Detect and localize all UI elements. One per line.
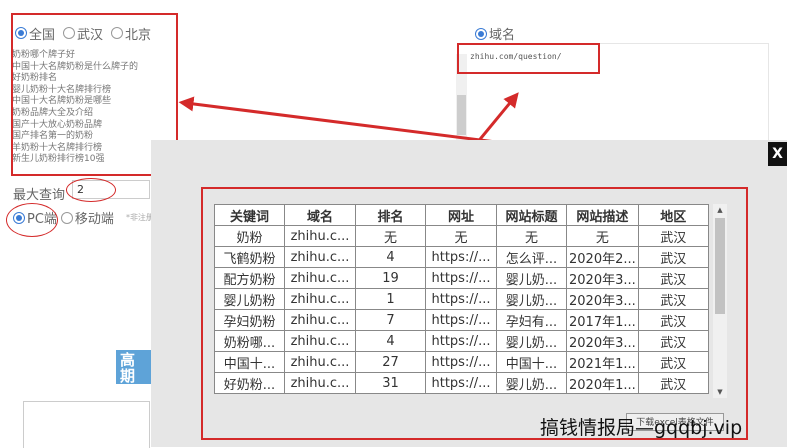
arrow-to-keywords: [178, 96, 521, 147]
platform-note: *非注册: [125, 213, 154, 222]
max-query-label: 最大查询: [13, 188, 66, 203]
bottom-input-box[interactable]: [23, 401, 150, 448]
radio-icon: [60, 211, 73, 224]
platform-label: 移动端: [74, 212, 114, 227]
annotation-ellipse-max-query: [66, 178, 116, 202]
watermark-text: 搞钱情报局—gqqbj.vip: [540, 417, 743, 439]
close-icon[interactable]: X: [768, 142, 787, 166]
annotation-ellipse-pc: [6, 203, 58, 237]
annotation-box-results: [201, 187, 748, 440]
platform-option-mobile[interactable]: 移动端: [60, 208, 114, 227]
promo-banner: 高 期: [116, 350, 151, 384]
